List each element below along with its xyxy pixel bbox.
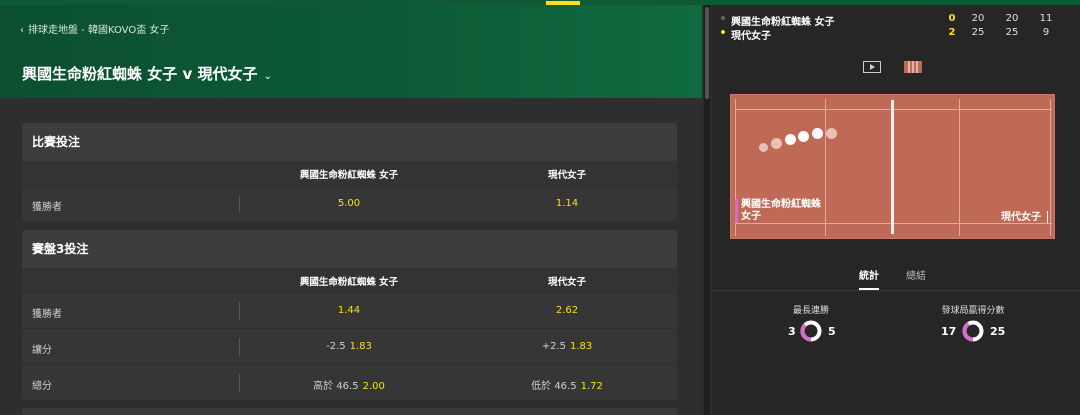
court-away-team: 現代女子 <box>1001 212 1041 223</box>
play-icon[interactable] <box>863 61 881 73</box>
column-home-team: 興國生命粉紅蜘蛛 女子 <box>299 277 399 288</box>
row-label: 獲勝者 <box>32 202 62 213</box>
set-score: 9 <box>1042 27 1050 38</box>
stats-tabs: 統計 總結 <box>712 261 1080 291</box>
row-label: 總分 <box>32 381 52 392</box>
ball-icon <box>785 134 796 145</box>
odds-value: 5.00 <box>337 198 361 209</box>
stat-home-value: 3 <box>788 325 796 338</box>
serve-points-ring <box>962 320 984 342</box>
market-row: 讓分 -2.5 1.83 +2.5 1.83 <box>22 328 677 364</box>
court-line <box>959 99 960 236</box>
set-score: 11 <box>1039 13 1053 24</box>
market-card-next <box>22 408 677 415</box>
divider <box>239 302 240 320</box>
odds-value: 2.62 <box>555 305 579 316</box>
handicap-value: +2.5 <box>541 341 567 352</box>
live-panel: 興國生命粉紅蜘蛛 女子 0 20 20 11 現代女子 2 25 25 9 興國… <box>712 5 1080 415</box>
divider <box>239 374 240 392</box>
set-score: 25 <box>1005 27 1019 38</box>
handicap-value: 低於 46.5 <box>531 381 577 392</box>
market-row: 總分 高於 46.5 2.00 低於 46.5 1.72 <box>22 364 677 400</box>
stat-label-longest-streak: 最長連勝 <box>792 306 830 316</box>
court-visualization: 興國生命粉紅蜘蛛 女子 現代女子 <box>730 94 1055 239</box>
sets-won: 2 <box>948 27 956 38</box>
stat-away-value: 5 <box>828 325 836 338</box>
divider <box>239 195 240 213</box>
handicap-value: -2.5 <box>326 341 346 352</box>
streak-ring <box>800 320 822 342</box>
odds-value: 1.83 <box>570 341 593 352</box>
ball-icon <box>812 128 823 139</box>
market-title[interactable]: 比賽投注 <box>22 123 677 161</box>
market-title[interactable]: 賽盤3投注 <box>22 230 677 268</box>
odds-button-home[interactable]: 高於 46.5 2.00 <box>313 377 385 392</box>
set-score: 25 <box>971 27 985 38</box>
stat-home-value: 17 <box>941 325 957 338</box>
handicap-value: 高於 46.5 <box>313 381 359 392</box>
sets-won: 0 <box>948 13 956 24</box>
chevron-down-icon[interactable]: ⌄ <box>263 71 271 82</box>
market-column-header: 興國生命粉紅蜘蛛 女子 現代女子 <box>22 161 677 185</box>
tab-stats[interactable]: 統計 <box>859 267 879 282</box>
column-home-team: 興國生命粉紅蜘蛛 女子 <box>299 170 399 181</box>
odds-button-away[interactable]: 1.14 <box>556 198 578 209</box>
court-line <box>1050 99 1051 236</box>
odds-value: 1.44 <box>337 305 361 316</box>
ball-trail <box>771 138 782 149</box>
court-home-name-line2: 女子 <box>741 211 761 222</box>
breadcrumb[interactable]: ‹ 排球走地盤 - 韓國KOVO盃 女子 <box>20 21 169 36</box>
odds-button-home[interactable]: 5.00 <box>338 198 360 209</box>
court-home-name-line1: 興國生命粉紅蜘蛛 <box>741 199 821 210</box>
stat-label-serve-points: 發球局贏得分數 <box>941 306 1005 316</box>
divider <box>239 338 240 356</box>
market-row: 獲勝者 5.00 1.14 <box>22 185 677 221</box>
column-away-team: 現代女子 <box>547 170 587 181</box>
market-row: 獲勝者 1.44 2.62 <box>22 292 677 328</box>
active-tab-indicator <box>859 288 879 290</box>
odds-value: 1.14 <box>555 198 579 209</box>
odds-button-away[interactable]: 低於 46.5 1.72 <box>531 377 603 392</box>
home-team-marker <box>735 199 738 223</box>
ball-trail <box>759 143 768 152</box>
stat-away-value: 25 <box>990 325 1006 338</box>
away-team-marker <box>1047 211 1048 223</box>
odds-button-away[interactable]: 2.62 <box>556 305 578 316</box>
odds-button-home[interactable]: -2.5 1.83 <box>326 341 372 352</box>
row-label: 獲勝者 <box>32 309 62 320</box>
chevron-left-icon: ‹ <box>20 25 24 36</box>
market-card-match: 比賽投注 興國生命粉紅蜘蛛 女子 現代女子 獲勝者 5.00 1.14 <box>22 123 677 221</box>
page-title[interactable]: 興國生命粉紅蜘蛛 女子 v 現代女子 ⌄ <box>22 63 272 84</box>
serve-indicator <box>721 16 725 20</box>
set-score: 20 <box>1005 13 1019 24</box>
set-score: 20 <box>971 13 985 24</box>
odds-value: 2.00 <box>362 381 385 392</box>
scoreboard-row-away: 現代女子 2 25 25 9 <box>712 26 1080 42</box>
odds-value: 1.72 <box>580 381 603 392</box>
match-header: ‹ 排球走地盤 - 韓國KOVO盃 女子 興國生命粉紅蜘蛛 女子 v 現代女子 ⌄ <box>0 5 702 98</box>
ball-icon <box>798 131 809 142</box>
odds-button-home[interactable]: 1.44 <box>338 305 360 316</box>
serve-indicator <box>721 30 725 34</box>
column-away-team: 現代女子 <box>547 277 587 288</box>
team-name: 現代女子 <box>731 31 771 42</box>
scrollbar[interactable] <box>704 5 710 415</box>
odds-button-away[interactable]: +2.5 1.83 <box>542 341 593 352</box>
market-column-header: 興國生命粉紅蜘蛛 女子 現代女子 <box>22 268 677 292</box>
court-view-icon[interactable] <box>904 61 922 73</box>
court-line <box>825 99 826 236</box>
ball-trail <box>826 128 837 139</box>
row-label: 讓分 <box>32 345 52 356</box>
main-panel: ‹ 排球走地盤 - 韓國KOVO盃 女子 興國生命粉紅蜘蛛 女子 v 現代女子 ⌄ … <box>0 5 702 415</box>
scoreboard-row-home: 興國生命粉紅蜘蛛 女子 0 20 20 11 <box>712 12 1080 28</box>
net <box>891 100 894 234</box>
odds-value: 1.83 <box>349 341 372 352</box>
tab-summary[interactable]: 總結 <box>906 267 926 282</box>
court-home-team: 興國生命粉紅蜘蛛 女子 <box>741 199 821 223</box>
match-title-text: 興國生命粉紅蜘蛛 女子 v 現代女子 <box>22 65 258 83</box>
scrollbar-thumb[interactable] <box>705 7 709 99</box>
market-card-set3: 賽盤3投注 興國生命粉紅蜘蛛 女子 現代女子 獲勝者 1.44 2.62 讓分 … <box>22 230 677 400</box>
breadcrumb-text[interactable]: 排球走地盤 - 韓國KOVO盃 女子 <box>28 25 169 36</box>
